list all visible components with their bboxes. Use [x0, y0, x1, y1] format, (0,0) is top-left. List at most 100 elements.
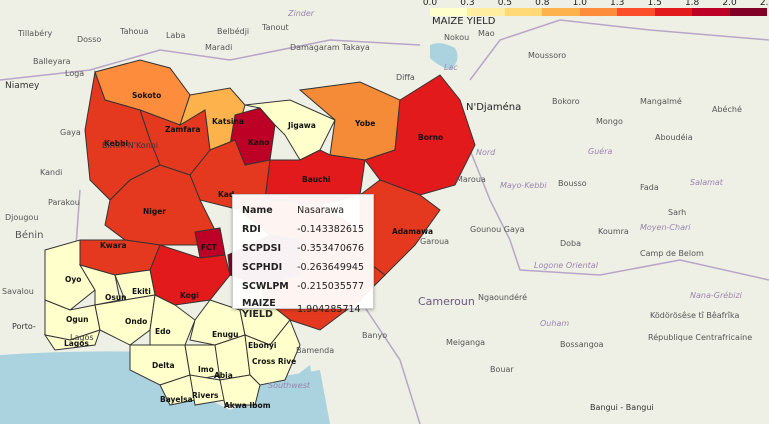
state-label-borno: Borno	[418, 133, 443, 142]
state-label-oyo: Oyo	[65, 275, 81, 284]
place-cameroun: Cameroun	[418, 295, 475, 308]
state-label-yobe: Yobe	[354, 119, 375, 128]
state-label-sokoto: Sokoto	[132, 91, 161, 100]
place-ngaoundere: Ngaoundéré	[478, 292, 527, 302]
state-label-akwa-ibom: Akwa Ibom	[224, 401, 271, 410]
place-tanout: Tanout	[261, 23, 289, 32]
place-southwest: Southwest	[268, 381, 311, 390]
tooltip-row: RDI -0.143382615	[239, 220, 367, 239]
place-mayo-kebbi: Mayo-Kebbi	[500, 181, 547, 190]
place-benin: Bénin	[15, 229, 43, 241]
place-logone: Logone Oriental	[534, 261, 599, 270]
tooltip-row: Name Nasarawa	[239, 201, 367, 220]
state-label-adamawa: Adamawa	[392, 227, 433, 236]
place-abdeche: Abéché	[712, 104, 742, 114]
legend-tick-label: 0.8	[535, 0, 550, 8]
legend-tick-label: 0.0	[422, 0, 438, 8]
legend-tick-label: 0.5	[497, 0, 513, 8]
place-dosso: Dosso	[77, 35, 101, 44]
place-kandi: Kandi	[40, 168, 62, 177]
state-label-osun: Osun	[105, 293, 127, 302]
place-meiganga: Meiganga	[446, 338, 485, 347]
state-label-fct: FCT	[201, 243, 218, 252]
tooltip-row: MAIZE YIELD 1.904285714	[239, 296, 367, 322]
tooltip-row: SCPHDI -0.263649945	[239, 258, 367, 277]
legend-swatch	[467, 8, 505, 16]
state-label-zamfara: Zamfara	[165, 125, 200, 134]
place-doba: Doba	[560, 239, 581, 248]
place-sarh: Sarh	[668, 208, 686, 217]
place-bokoro: Bokoro	[552, 97, 580, 106]
place-birnin: Birnin N'Konni	[102, 141, 158, 150]
state-label-abia: Abia	[214, 371, 233, 380]
state-label-ebonyi: Ebonyi	[248, 341, 276, 350]
place-gounou: Gounou Gaya	[470, 225, 525, 234]
legend-swatch	[617, 8, 655, 16]
legend-tick-label: 0.3	[460, 0, 475, 8]
state-label-enugu: Enugu	[212, 330, 239, 339]
place-porto: Porto-	[12, 322, 36, 331]
map-canvas[interactable]: Sokoto Zamfara Katsina Kano Jigawa Yobe …	[0, 0, 769, 424]
place-ouham: Ouham	[540, 319, 569, 328]
place-tillabery: Tillabéry	[17, 28, 53, 38]
place-lagos-city: Lagos	[70, 333, 94, 342]
state-label-ekiti: Ekiti	[132, 287, 151, 296]
legend-swatch	[542, 8, 580, 16]
legend-swatch	[654, 8, 693, 16]
tooltip-value: -0.215035577	[297, 281, 364, 292]
legend-color-bar	[430, 8, 767, 16]
tooltip-key: SCPHDI	[242, 262, 283, 273]
legend-swatch	[729, 8, 767, 16]
legend-tick-label: 2.0	[722, 0, 737, 8]
legend-swatch	[692, 8, 730, 16]
place-kumra: Koumra	[598, 227, 629, 236]
legend-tick-label: 2.3	[759, 0, 769, 8]
state-label-kano: Kano	[248, 138, 269, 147]
tooltip-row: SCWLPM -0.215035577	[239, 277, 367, 296]
place-moussoro: Moussoro	[528, 51, 566, 60]
place-bangui: Bangui - Bangui	[590, 403, 654, 412]
tooltip-key: SCWLPM	[242, 281, 289, 292]
state-label-bauchi: Bauchi	[302, 175, 330, 184]
tooltip-key: MAIZE YIELD	[242, 298, 276, 320]
tooltip-row: SCPDSI -0.353470676	[239, 239, 367, 258]
place-garoua: Garoua	[420, 237, 449, 246]
state-label-rivers: Rivers	[192, 391, 219, 400]
place-djougou: Djougou	[5, 213, 38, 222]
place-nord: Nord	[476, 148, 496, 157]
place-fada: Fada	[640, 183, 659, 192]
legend-tick-label: 1.3	[610, 0, 625, 8]
place-gaya: Gaya	[60, 128, 81, 137]
place-nana: Nana-Grébizi	[690, 290, 743, 300]
place-balleyara: Balleyara	[33, 57, 71, 66]
place-bousso: Bousso	[558, 179, 587, 188]
place-bouar: Bouar	[490, 365, 514, 374]
state-label-kogi: Kogi	[180, 291, 199, 300]
legend-tick-label: 1.0	[572, 0, 587, 8]
tooltip: Name Nasarawa RDI -0.143382615 SCPDSI -0.3534…	[232, 194, 374, 320]
place-mangalme: Mangalmé	[640, 96, 682, 106]
state-label-ondo: Ondo	[125, 317, 147, 326]
place-loga: Loga	[65, 69, 84, 78]
legend: 0.0 0.3 0.5 0.8 1.0 1.3 1.5 1.8 2.0 2.3 MAIZE YIE…	[412, 0, 769, 32]
place-zinder: Zinder	[287, 9, 315, 18]
legend-tick-label: 1.8	[684, 0, 700, 8]
state-label-cross-river: Cross Rive	[252, 357, 296, 366]
place-savalou: Savalou	[2, 287, 34, 296]
tooltip-key: RDI	[242, 224, 261, 235]
legend-swatch	[579, 8, 618, 16]
place-republique: République Centrafricaine	[648, 332, 752, 342]
place-damagaram: Damagaram Takaya	[290, 43, 370, 52]
place-belbedji: Belbédji	[217, 26, 249, 36]
place-maroua: Maroua	[456, 175, 486, 184]
state-label-edo: Edo	[155, 327, 171, 336]
place-guera: Guéra	[588, 146, 612, 156]
tooltip-value: -0.353470676	[297, 243, 364, 254]
tooltip-key: SCPDSI	[242, 243, 282, 254]
tooltip-value: Nasarawa	[297, 205, 345, 216]
state-label-niger: Niger	[143, 207, 166, 216]
state-label-imo: Imo	[198, 365, 214, 374]
place-lac: Lac	[444, 63, 458, 72]
place-ndjamena: N'Djaména	[466, 101, 521, 113]
tooltip-value: -0.263649945	[297, 262, 364, 273]
